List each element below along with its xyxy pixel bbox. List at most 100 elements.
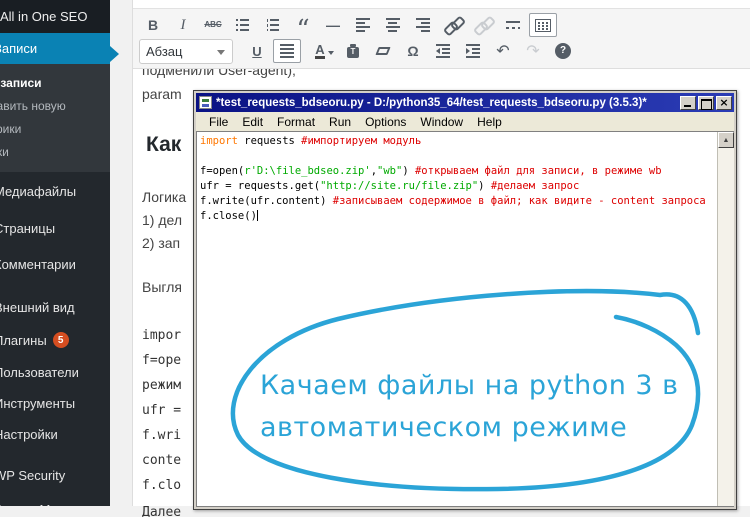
undo-button[interactable]: ↶: [489, 39, 517, 63]
code-line: [200, 149, 714, 164]
code-line: f=open(r'D:\file_bdseo.zip',"wb") #откры…: [200, 164, 714, 179]
remove-link-icon: [475, 18, 491, 32]
post-text-line: 1) дел: [142, 212, 182, 228]
toolbar-toggle-button[interactable]: [529, 13, 557, 37]
strikethrough-button[interactable]: ABC: [199, 13, 227, 37]
redo-button[interactable]: ↷: [519, 39, 547, 63]
menu-options[interactable]: Options: [358, 115, 413, 129]
sidebar-item-all-in-one-seo[interactable]: All in One SEO: [0, 0, 110, 33]
increase-indent-icon: [466, 44, 480, 58]
paste-as-text-icon: T: [347, 47, 359, 58]
sidebar-item-posts[interactable]: Записи: [0, 33, 110, 64]
sidebar-item-plugins[interactable]: Плагины 5: [0, 324, 110, 356]
help-button[interactable]: ?: [549, 39, 577, 63]
toolbar-toggle-icon: [535, 19, 551, 32]
sidebar-item-label: Записи: [0, 41, 37, 56]
blockquote-icon: “: [296, 28, 309, 33]
sidebar-item-banner-manager[interactable]: Banner Manager: [0, 492, 110, 506]
menu-window[interactable]: Window: [413, 115, 470, 129]
posts-submenu: Все записи Добавить новую Рубрики Метки: [0, 64, 110, 172]
bold-icon: B: [148, 18, 158, 32]
bold-button[interactable]: B: [139, 13, 167, 37]
vertical-scrollbar[interactable]: ▲: [717, 132, 734, 506]
post-code-line: impor: [142, 328, 181, 343]
post-text-line: Выгля: [142, 279, 182, 295]
paragraph-format-select[interactable]: Абзац: [139, 39, 233, 64]
maximize-button[interactable]: [698, 96, 714, 110]
strikethrough-icon: ABC: [204, 21, 221, 29]
submenu-item-add-new[interactable]: Добавить новую: [0, 94, 110, 117]
align-right-button[interactable]: [409, 13, 437, 37]
align-center-icon: [386, 18, 400, 32]
justify-button[interactable]: [273, 39, 301, 63]
submenu-item-all-posts[interactable]: Все записи: [0, 71, 110, 94]
menu-help[interactable]: Help: [470, 115, 509, 129]
clear-formatting-button[interactable]: [369, 39, 397, 63]
text-color-button[interactable]: A: [303, 39, 337, 63]
insert-link-button[interactable]: [439, 13, 467, 37]
post-code-line: f.clo: [142, 478, 181, 493]
post-code-line: режим: [142, 378, 181, 393]
decrease-indent-button[interactable]: [429, 39, 457, 63]
paste-as-text-button[interactable]: T: [339, 39, 367, 63]
text-cursor: [257, 210, 258, 221]
window-titlebar[interactable]: *test_requests_bdseoru.py - D:/python35_…: [196, 93, 734, 112]
submenu-item-tags[interactable]: Метки: [0, 140, 110, 163]
blockquote-button[interactable]: “: [289, 13, 317, 37]
sidebar-item-users[interactable]: Пользователи: [0, 356, 110, 388]
post-text-line: Логика: [142, 189, 186, 205]
bulleted-list-button[interactable]: [229, 13, 257, 37]
italic-button[interactable]: I: [169, 13, 197, 37]
read-more-tag-icon: [506, 19, 520, 31]
sidebar-item-media[interactable]: Медиафайлы: [0, 172, 110, 210]
numbered-list-icon: [266, 19, 280, 31]
align-center-button[interactable]: [379, 13, 407, 37]
annotation-text-line2: автоматическом режиме: [260, 412, 627, 443]
active-menu-arrow-icon: [110, 46, 119, 62]
close-button[interactable]: ×: [716, 96, 732, 110]
window-title: *test_requests_bdseoru.py - D:/python35_…: [216, 97, 678, 109]
read-more-tag-button[interactable]: [499, 13, 527, 37]
post-code-line: f.wri: [142, 428, 181, 443]
decrease-indent-icon: [436, 44, 450, 58]
special-character-button[interactable]: Ω: [399, 39, 427, 63]
sidebar-item-comments[interactable]: Комментарии: [0, 246, 110, 282]
code-editor-area[interactable]: import requests #импортируем модуль f=op…: [197, 132, 717, 506]
bulleted-list-icon: [236, 19, 250, 31]
menu-run[interactable]: Run: [322, 115, 358, 129]
post-code-line: ufr =: [142, 403, 181, 418]
align-left-icon: [356, 18, 370, 32]
sidebar-item-pages[interactable]: Страницы: [0, 210, 110, 246]
increase-indent-button[interactable]: [459, 39, 487, 63]
redo-icon: ↷: [526, 43, 539, 59]
window-menubar: FileEditFormatRunOptionsWindowHelp: [196, 112, 734, 131]
horizontal-rule-icon: —: [326, 18, 340, 32]
sidebar-item-wp-security[interactable]: WP Security: [0, 458, 110, 492]
underline-button[interactable]: U: [243, 39, 271, 63]
post-text-line: 2) зап: [142, 235, 180, 251]
menu-file[interactable]: File: [202, 115, 235, 129]
italic-icon: I: [181, 18, 186, 33]
sidebar-item-settings[interactable]: Настройки: [0, 419, 110, 450]
idle-editor-window: *test_requests_bdseoru.py - D:/python35_…: [193, 90, 737, 510]
undo-icon: ↶: [496, 43, 509, 59]
minimize-button[interactable]: [680, 96, 696, 110]
idle-app-icon: [199, 96, 212, 109]
underline-icon: U: [252, 45, 261, 58]
menu-edit[interactable]: Edit: [235, 115, 270, 129]
align-right-icon: [416, 18, 430, 32]
menu-format[interactable]: Format: [270, 115, 322, 129]
sidebar-item-tools[interactable]: Инструменты: [0, 388, 110, 419]
justify-icon: [280, 44, 294, 58]
sidebar-item-appearance[interactable]: Внешний вид: [0, 290, 110, 324]
text-color-icon: A: [315, 43, 324, 59]
submenu-item-categories[interactable]: Рубрики: [0, 117, 110, 140]
remove-link-button[interactable]: [469, 13, 497, 37]
insert-link-icon: [445, 18, 461, 32]
sidebar-item-label: All in One SEO: [0, 9, 87, 24]
horizontal-rule-button[interactable]: —: [319, 13, 347, 37]
numbered-list-button[interactable]: [259, 13, 287, 37]
align-left-button[interactable]: [349, 13, 377, 37]
wp-admin-sidebar: All in One SEO Записи Все записи Добавит…: [0, 0, 110, 506]
scroll-up-icon[interactable]: ▲: [718, 132, 734, 148]
